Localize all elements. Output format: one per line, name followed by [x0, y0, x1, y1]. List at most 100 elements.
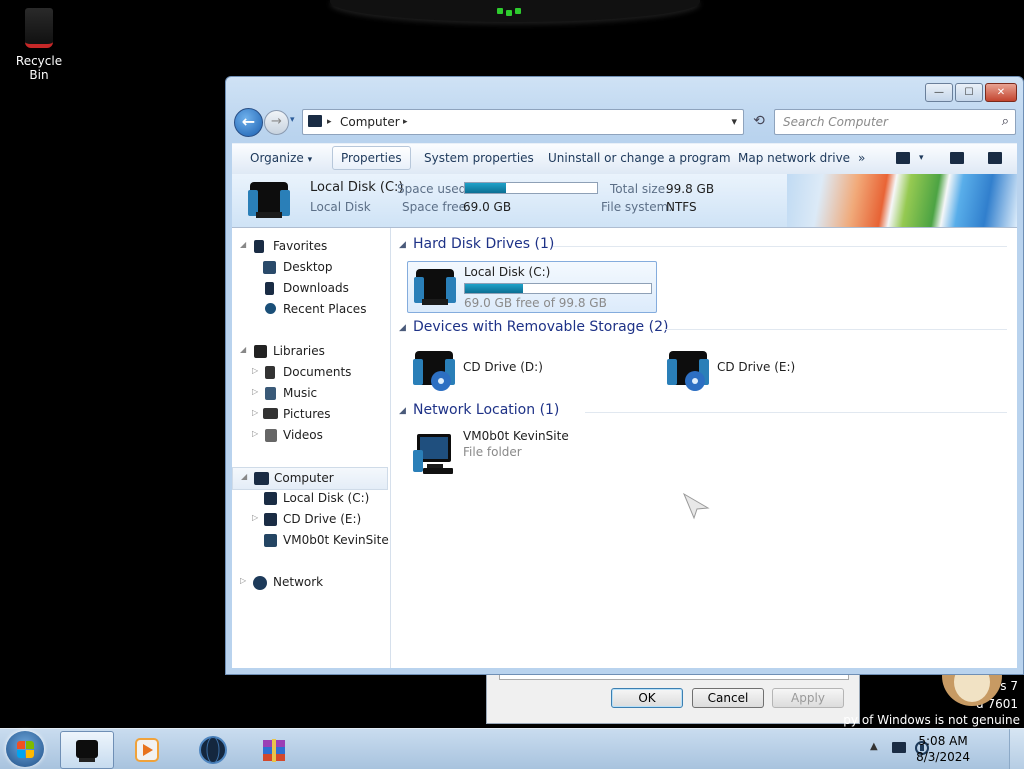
system-properties-button[interactable]: System properties	[424, 151, 534, 165]
maximize-button[interactable]: ☐	[955, 83, 983, 102]
recycle-bin-icon	[25, 8, 53, 48]
address-chevron-icon[interactable]: ▸	[403, 117, 408, 127]
nav-downloads[interactable]: Downloads	[232, 278, 390, 299]
refresh-icon: ⟲	[753, 113, 765, 129]
recycle-bin-desktop-icon[interactable]: Recycle Bin	[6, 8, 72, 82]
apply-button[interactable]: Apply	[772, 688, 844, 708]
address-bar[interactable]: ▸ Computer ▸ ▾	[302, 109, 744, 135]
nav-network-location[interactable]: VM0b0t KevinSite	[232, 530, 390, 551]
uninstall-program-button[interactable]: Uninstall or change a program	[548, 151, 731, 165]
taskbar-archiver-button[interactable]	[248, 731, 300, 767]
taskbar-explorer-button[interactable]	[60, 731, 114, 769]
help-icon[interactable]	[988, 152, 1002, 164]
nav-recent-places[interactable]: Recent Places	[232, 299, 390, 320]
group-collapse-icon[interactable]: ◢	[399, 323, 406, 333]
cd-drive-d-tile[interactable]: CD Drive (D:)	[407, 344, 627, 394]
expand-arrow-icon[interactable]: ◢	[240, 345, 246, 354]
background-properties-dialog: OK Cancel Apply	[486, 670, 860, 724]
view-options-dropdown[interactable]: ▾	[919, 153, 924, 163]
collapsed-arrow-icon[interactable]: ▷	[252, 387, 258, 396]
group-collapse-icon[interactable]: ◢	[399, 240, 406, 250]
local-disk-c-tile[interactable]: Local Disk (C:) 69.0 GB free of 99.8 GB	[407, 261, 657, 313]
show-desktop-button[interactable]	[1009, 729, 1024, 769]
expand-arrow-icon[interactable]: ◢	[241, 472, 247, 481]
recent-pages-dropdown[interactable]: ▾	[290, 115, 295, 125]
more-commands-button[interactable]: »	[858, 151, 865, 165]
status-led	[506, 10, 512, 16]
nav-label: Desktop	[283, 260, 333, 274]
back-button[interactable]: ←	[234, 108, 263, 137]
close-button[interactable]: ✕	[985, 83, 1017, 102]
nav-desktop[interactable]: Desktop	[232, 257, 390, 278]
network-tray-icon[interactable]	[892, 742, 906, 753]
nav-favorites[interactable]: ◢ Favorites	[232, 236, 390, 257]
computer-icon	[308, 115, 322, 127]
preview-pane-icon[interactable]	[950, 152, 964, 164]
cancel-button[interactable]: Cancel	[692, 688, 764, 708]
nav-label: CD Drive (E:)	[283, 512, 362, 526]
group-collapse-icon[interactable]: ◢	[399, 406, 406, 416]
cd-drive-e-tile[interactable]: CD Drive (E:)	[661, 344, 881, 394]
collapsed-arrow-icon[interactable]: ▷	[252, 513, 258, 522]
map-network-drive-button[interactable]: Map network drive	[738, 151, 850, 165]
search-icon[interactable]: ⌕	[1002, 114, 1009, 129]
minimize-button[interactable]: —	[925, 83, 953, 102]
collapsed-arrow-icon[interactable]: ▷	[252, 408, 258, 417]
desktop-top-ornament	[330, 0, 700, 22]
downloads-icon	[265, 282, 274, 295]
nav-local-disk[interactable]: Local Disk (C:)	[232, 488, 390, 509]
collapsed-arrow-icon[interactable]: ▷	[240, 576, 246, 585]
search-input[interactable]: Search Computer	[783, 115, 888, 129]
ok-button[interactable]: OK	[611, 688, 683, 708]
chevron-down-icon: ▾	[290, 115, 295, 125]
nav-videos[interactable]: ▷ Videos	[232, 425, 390, 446]
taskbar-browser-button[interactable]	[186, 731, 238, 767]
hard-drive-icon	[248, 182, 290, 218]
nav-libraries[interactable]: ◢ Libraries	[232, 341, 390, 362]
recycle-bin-label: Recycle Bin	[15, 54, 63, 82]
group-header-removable-storage[interactable]: Devices with Removable Storage (2)	[413, 319, 668, 335]
organize-label: Organize	[250, 151, 304, 165]
favorites-star-icon	[254, 240, 264, 253]
properties-button[interactable]: Properties	[332, 146, 411, 170]
forward-button[interactable]: →	[264, 110, 289, 135]
nav-documents[interactable]: ▷ Documents	[232, 362, 390, 383]
change-view-icon[interactable]	[896, 152, 910, 164]
desktop-icon	[263, 261, 276, 274]
system-clock[interactable]: 5:08 AM 8/3/2024	[916, 733, 970, 765]
nav-music[interactable]: ▷ Music	[232, 383, 390, 404]
address-chevron-icon[interactable]: ▸	[327, 117, 332, 127]
address-dropdown-icon[interactable]: ▾	[731, 115, 737, 128]
nav-label: Music	[283, 386, 318, 400]
group-header-hard-disk-drives[interactable]: Hard Disk Drives (1)	[413, 236, 554, 252]
clock-time: 5:08 AM	[918, 734, 968, 748]
start-button[interactable]	[6, 731, 44, 767]
cd-drive-icon	[667, 351, 709, 391]
nav-pictures[interactable]: ▷ Pictures	[232, 404, 390, 425]
address-segment-computer[interactable]: Computer	[340, 115, 400, 129]
show-hidden-icons-button[interactable]: ▲	[870, 741, 878, 752]
nav-label: Network	[273, 575, 324, 589]
collapsed-arrow-icon[interactable]: ▷	[252, 366, 258, 375]
close-icon: ✕	[996, 87, 1006, 98]
space-free-value: 69.0 GB	[463, 200, 512, 214]
taskbar-media-player-button[interactable]	[120, 731, 172, 767]
group-divider	[665, 329, 1007, 330]
file-system-value: NTFS	[666, 200, 697, 214]
status-led	[515, 8, 521, 14]
archive-icon	[263, 739, 285, 762]
organize-menu[interactable]: Organize ▾	[250, 151, 312, 165]
search-box[interactable]: Search Computer ⌕	[774, 109, 1016, 135]
group-header-network-location[interactable]: Network Location (1)	[413, 402, 559, 418]
refresh-button[interactable]: ⟲	[746, 109, 772, 133]
network-location-tile[interactable]: VM0b0t KevinSite File folder	[407, 427, 627, 481]
collapsed-arrow-icon[interactable]: ▷	[252, 429, 258, 438]
nav-computer[interactable]: ◢ Computer	[232, 467, 388, 490]
nav-label: Local Disk (C:)	[283, 491, 370, 505]
command-bar: Organize ▾ Properties System properties …	[232, 143, 1017, 175]
nav-cd-drive-e[interactable]: ▷ CD Drive (E:)	[232, 509, 390, 530]
nav-network[interactable]: ▷ Network	[232, 572, 390, 593]
nav-label: Favorites	[273, 239, 328, 253]
expand-arrow-icon[interactable]: ◢	[240, 240, 246, 249]
status-led	[497, 8, 503, 14]
